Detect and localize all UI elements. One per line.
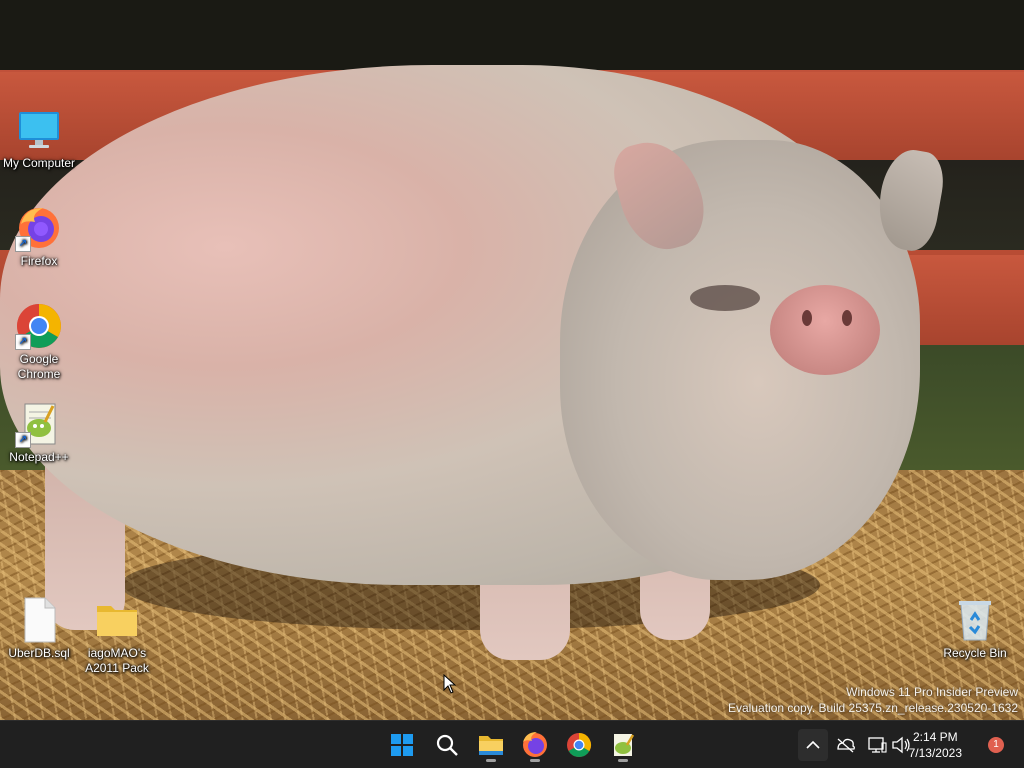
desktop-icon-notepadpp[interactable]: ↗ Notepad++ <box>0 400 78 465</box>
pig-snout <box>770 285 880 375</box>
taskbar-firefox[interactable] <box>517 727 553 763</box>
watermark-line: Evaluation copy. Build 25375.zn_release.… <box>728 701 1018 715</box>
chevron-up-icon <box>798 729 828 761</box>
shortcut-arrow-icon: ↗ <box>15 334 31 350</box>
chrome-icon: ↗ <box>15 302 63 350</box>
start-button[interactable] <box>384 727 420 763</box>
windows-start-icon <box>391 734 413 756</box>
network-icon <box>868 737 887 753</box>
monitor-icon <box>15 106 63 154</box>
search-button[interactable] <box>429 727 465 763</box>
watermark-line: Windows 11 Pro Insider Preview <box>846 685 1018 699</box>
desktop-icon-label: Notepad++ <box>9 450 69 464</box>
taskbar-chrome[interactable] <box>561 727 597 763</box>
desktop-icon-label: Firefox <box>20 254 58 268</box>
file-explorer-icon <box>479 736 503 755</box>
desktop-icon-label: Recycle Bin <box>943 646 1007 660</box>
desktop-icon-iagomao-pack[interactable]: iagoMAO's A2011 Pack <box>78 596 156 676</box>
desktop-icon-chrome[interactable]: ↗ Google Chrome <box>0 302 78 382</box>
firefox-icon: ↗ <box>15 204 63 252</box>
folder-icon <box>93 596 141 644</box>
search-icon <box>436 734 458 756</box>
desktop-icon-recycle-bin[interactable]: Recycle Bin <box>936 596 1014 661</box>
cloud-offline-icon <box>837 738 855 753</box>
desktop-icon-label: iagoMAO's A2011 Pack <box>85 646 149 675</box>
desktop-icon-firefox[interactable]: ↗ Firefox <box>0 204 78 269</box>
clock-time: 2:14 PM <box>912 730 958 744</box>
firefox-icon <box>523 732 547 757</box>
taskbar-notepadpp[interactable] <box>605 727 641 763</box>
desktop-icon-label: My Computer <box>2 156 76 170</box>
windows-watermark: Windows 11 Pro Insider Preview Evaluatio… <box>728 684 1018 716</box>
document-icon <box>15 596 63 644</box>
shortcut-arrow-icon: ↗ <box>15 236 31 252</box>
notepadpp-icon: ↗ <box>15 400 63 448</box>
taskbar-file-explorer[interactable] <box>473 727 509 763</box>
desktop-icon-my-computer[interactable]: My Computer <box>0 106 78 171</box>
pig-head <box>560 140 920 580</box>
shortcut-arrow-icon: ↗ <box>15 432 31 448</box>
tray-overflow-button[interactable] <box>798 721 828 768</box>
recycle-bin-icon <box>951 596 999 644</box>
running-indicator <box>486 759 496 762</box>
pig-nostril <box>842 310 852 326</box>
mouse-cursor-icon <box>443 673 457 699</box>
running-indicator <box>618 759 628 762</box>
notepadpp-icon <box>614 734 635 756</box>
taskbar-clock[interactable]: 2:14 PM 7/13/2023 <box>909 729 962 761</box>
desktop-icon-uberdb[interactable]: UberDB.sql <box>0 596 78 661</box>
desktop-icon-label: Google Chrome <box>17 352 61 381</box>
pig-eye <box>690 285 760 311</box>
network-tray-icon[interactable] <box>866 721 888 768</box>
taskbar: 2:14 PM 7/13/2023 <box>0 720 1024 768</box>
onedrive-tray-icon[interactable] <box>834 721 856 768</box>
desktop-icon-label: UberDB.sql <box>8 646 70 660</box>
notification-badge[interactable]: 1 <box>988 737 1004 753</box>
running-indicator <box>530 759 540 762</box>
chrome-icon <box>567 733 592 758</box>
pig-nostril <box>802 310 812 326</box>
clock-date: 7/13/2023 <box>908 746 962 760</box>
